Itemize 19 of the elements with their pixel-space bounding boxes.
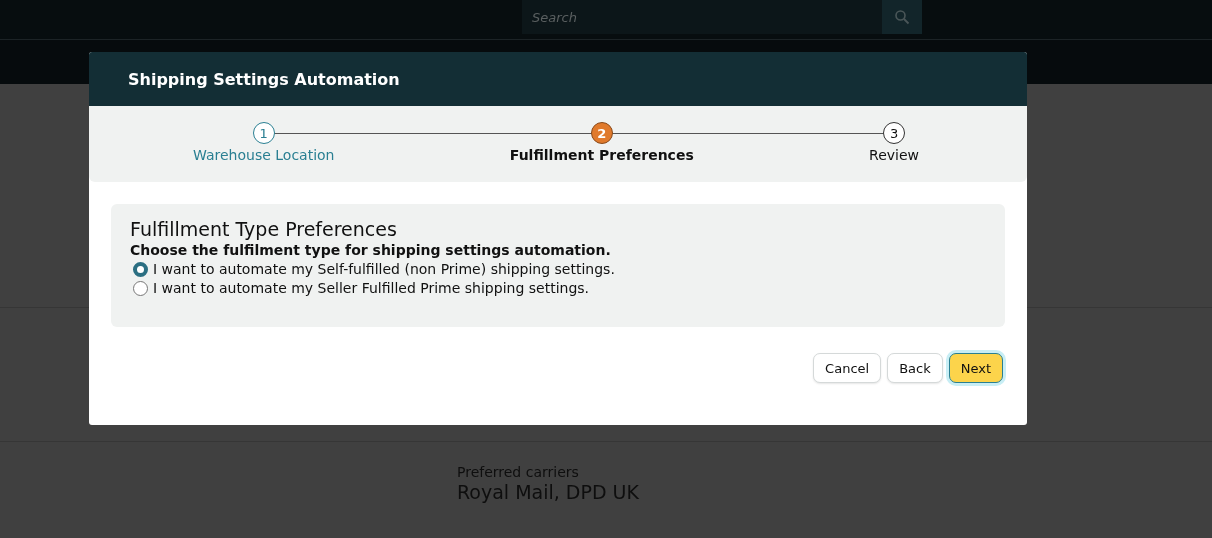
modal-title: Shipping Settings Automation bbox=[128, 69, 400, 89]
section-subtitle: Choose the fulfilment type for shipping settings automation. bbox=[130, 242, 612, 258]
step-number: 1 bbox=[252, 122, 275, 144]
search-icon bbox=[894, 9, 910, 25]
action-button[interactable]: Cancel bbox=[813, 353, 882, 383]
step-number: 2 bbox=[590, 122, 613, 144]
step-label: Warehouse Location bbox=[193, 147, 335, 163]
search-button[interactable] bbox=[882, 0, 922, 34]
search-field[interactable]: Search bbox=[522, 0, 882, 34]
radio-button[interactable] bbox=[133, 280, 148, 296]
option-label: I want to automate my Self-fulfilled (non Prime) shipping settings. bbox=[153, 261, 615, 277]
step-label: Fulfillment Preferences bbox=[509, 147, 694, 163]
option-label: I want to automate my Seller Fulfilled Prime shipping settings. bbox=[153, 280, 590, 296]
section-title: Fulfillment Type Preferences bbox=[130, 218, 398, 240]
radio-button[interactable] bbox=[133, 261, 148, 277]
next-button[interactable]: Next bbox=[948, 353, 1003, 383]
step-number: 3 bbox=[883, 122, 905, 144]
action-button[interactable]: Back bbox=[887, 353, 943, 383]
step-label: Review bbox=[869, 147, 919, 163]
